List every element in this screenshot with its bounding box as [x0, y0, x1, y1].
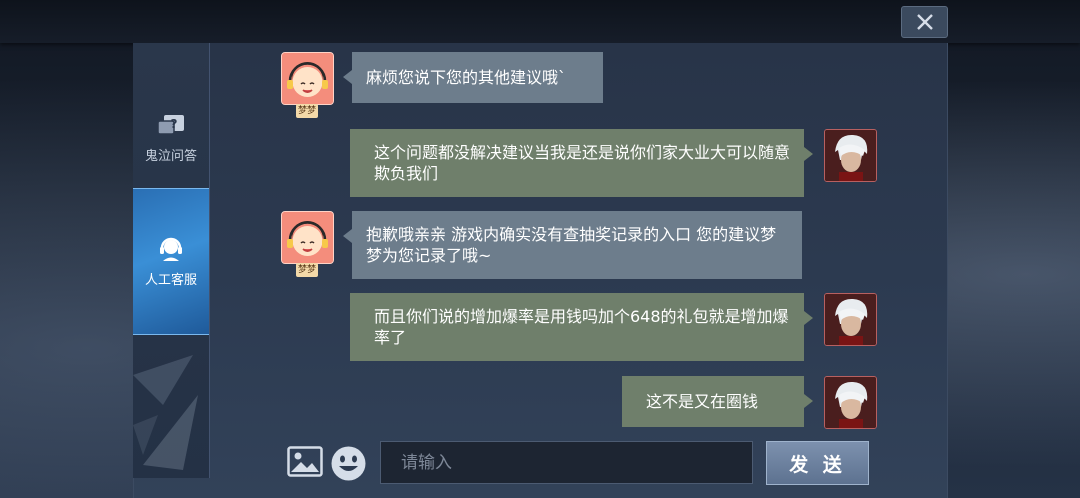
- user-avatar: [824, 129, 877, 182]
- message-bubble-agent: 麻烦您说下您的其他建议哦`: [343, 52, 603, 103]
- message-input[interactable]: [380, 441, 753, 484]
- close-button[interactable]: [901, 6, 948, 38]
- message-text: 这个问题都没解决建议当我是还是说你们家大业大可以随意欺负我们: [374, 143, 791, 183]
- message-bubble-agent: 抱歉哦亲亲 游戏内确实没有查抽奖记录的入口 您的建议梦梦为您记录了哦~: [343, 211, 802, 279]
- close-icon: [916, 14, 933, 30]
- message-text: 而且你们说的增加爆率是用钱吗加个648的礼包就是增加爆率了: [374, 307, 789, 347]
- agent-avatar: [281, 52, 334, 105]
- message-bubble-user: 这个问题都没解决建议当我是还是说你们家大业大可以随意欺负我们: [350, 129, 813, 197]
- user-avatar: [824, 293, 877, 346]
- emoji-button[interactable]: [330, 445, 367, 486]
- sidebar: ? 鬼泣问答 人工客服: [133, 43, 210, 478]
- message-bubble-user: 而且你们说的增加爆率是用钱吗加个648的礼包就是增加爆率了: [350, 293, 813, 361]
- image-icon: [287, 446, 323, 477]
- agent-avatar: [281, 211, 334, 264]
- emoji-icon: [331, 446, 366, 481]
- headset-agent-icon: [160, 237, 182, 261]
- send-button[interactable]: 发 送: [766, 441, 869, 485]
- message-text: 抱歉哦亲亲 游戏内确实没有查抽奖记录的入口 您的建议梦梦为您记录了哦~: [366, 225, 777, 265]
- sidebar-item-qa[interactable]: ? 鬼泣问答: [133, 83, 209, 193]
- agent-name-tag: 梦梦: [296, 263, 318, 277]
- user-avatar-icon: [825, 377, 876, 428]
- agent-avatar-icon: [282, 212, 333, 263]
- message-text: 麻烦您说下您的其他建议哦`: [366, 68, 567, 87]
- image-button[interactable]: [287, 446, 323, 481]
- user-avatar-icon: [825, 130, 876, 181]
- sidebar-item-human-service[interactable]: 人工客服: [133, 188, 209, 335]
- sidebar-item-label: 鬼泣问答: [144, 148, 197, 164]
- agent-name-tag: 梦梦: [296, 104, 318, 118]
- question-chat-icon: ?: [157, 114, 184, 135]
- svg-text:?: ?: [171, 117, 178, 131]
- message-text: 这不是又在圈钱: [646, 392, 759, 411]
- user-avatar-icon: [825, 294, 876, 345]
- agent-avatar-icon: [282, 53, 333, 104]
- sidebar-item-label: 人工客服: [144, 273, 197, 288]
- message-bubble-user: 这不是又在圈钱: [622, 376, 813, 427]
- user-avatar: [824, 376, 877, 429]
